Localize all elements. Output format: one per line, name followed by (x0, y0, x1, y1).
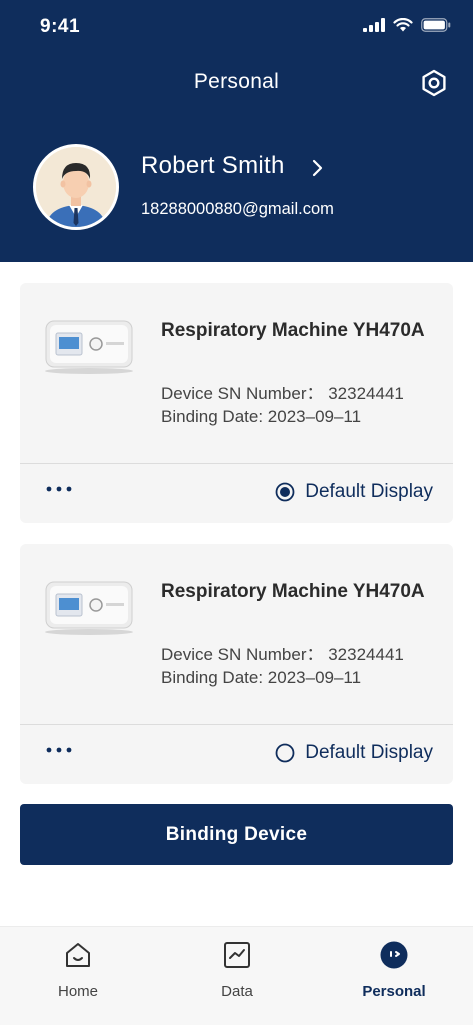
profile-header: 9:41 Personal Robert Smith 18288000880@g… (0, 0, 473, 262)
user-avatar-icon (36, 147, 116, 227)
default-display-label: Default Display (305, 481, 433, 502)
tab-home[interactable]: Home (28, 941, 128, 1000)
tab-data-label: Data (221, 983, 253, 1000)
binding-device-button[interactable]: Binding Device (20, 804, 453, 865)
page-title: Personal (193, 70, 280, 93)
device-sn: Device SN Number： 32324441 (161, 645, 404, 664)
status-icons (363, 18, 451, 32)
device-card[interactable]: Respiratory Machine YH470A Device SN Num… (20, 544, 453, 784)
card-divider (20, 463, 453, 464)
home-icon (66, 943, 90, 967)
profile-email: 18288000880@gmail.com (141, 200, 334, 218)
wifi-icon (393, 18, 413, 32)
settings-icon[interactable] (420, 69, 448, 97)
tab-data[interactable]: Data (187, 941, 287, 1000)
radio-unselected-icon[interactable] (275, 743, 295, 763)
default-display-label: Default Display (305, 742, 433, 763)
device-binding-date: Binding Date: 2023–09–11 (161, 668, 362, 687)
person-icon (380, 941, 408, 969)
chevron-right-icon[interactable] (310, 158, 324, 178)
respiratory-machine-image (45, 320, 133, 374)
tab-home-label: Home (57, 983, 98, 1000)
default-display-toggle[interactable]: Default Display (275, 481, 433, 503)
signal-icon (363, 18, 385, 32)
card-divider (20, 724, 453, 725)
more-options-icon[interactable] (44, 740, 74, 760)
device-binding-date: Binding Date: 2023–09–11 (161, 407, 362, 426)
device-name: Respiratory Machine YH470A (161, 581, 425, 602)
battery-icon (421, 18, 451, 32)
avatar[interactable] (33, 144, 119, 230)
status-time: 9:41 (40, 16, 81, 37)
device-card[interactable]: Respiratory Machine YH470A Device SN Num… (20, 283, 453, 523)
status-bar: 9:41 (0, 0, 473, 56)
profile-name[interactable]: Robert Smith (141, 152, 285, 180)
device-sn: Device SN Number： 32324441 (161, 384, 404, 403)
tab-bar: Home Data Personal (0, 926, 473, 1025)
default-display-toggle[interactable]: Default Display (275, 742, 433, 764)
device-name: Respiratory Machine YH470A (161, 320, 425, 341)
chart-icon (224, 942, 250, 968)
radio-selected-icon[interactable] (275, 482, 295, 502)
tab-personal-label: Personal (362, 983, 426, 1000)
tab-personal[interactable]: Personal (344, 941, 444, 1000)
respiratory-machine-image (45, 581, 133, 635)
more-options-icon[interactable] (44, 479, 74, 499)
